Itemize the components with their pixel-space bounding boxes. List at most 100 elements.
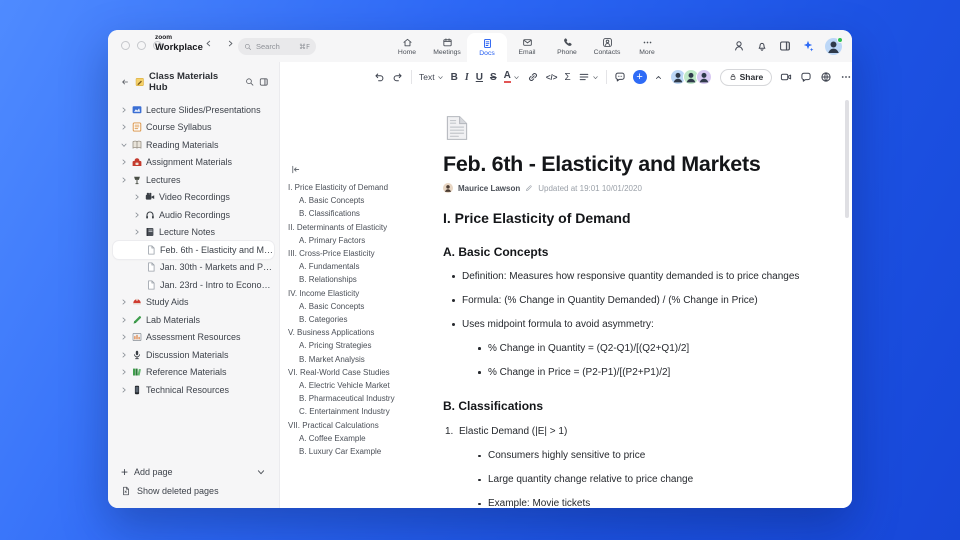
doc-bullet-item[interactable]: Large quantity change relative to price … (443, 474, 843, 487)
chevron-right-icon[interactable] (120, 106, 128, 114)
outline-item[interactable]: B. Categories (288, 313, 440, 326)
link-button[interactable] (527, 71, 539, 83)
doc-bullet-item[interactable]: Formula: (% Change in Quantity Demanded)… (443, 295, 843, 308)
tab-more[interactable]: More (627, 30, 667, 62)
outline-item[interactable]: A. Primary Factors (288, 234, 440, 247)
doc-bullet-item[interactable]: % Change in Price = (P2-P1)/[(P2+P1)/2] (443, 367, 843, 380)
text-style-dropdown[interactable]: Text (419, 72, 444, 82)
back-arrow-icon[interactable] (120, 77, 130, 87)
chevron-right-icon[interactable] (120, 333, 128, 341)
folder-item[interactable]: Course Syllabus (113, 119, 274, 137)
outline-item[interactable]: A. Basic Concepts (288, 300, 440, 313)
folder-item[interactable]: Video Recordings (113, 189, 274, 207)
global-search[interactable]: Search ⌘F (238, 38, 316, 55)
doc-heading[interactable]: I. Price Elasticity of Demand (443, 210, 843, 226)
doc-bullet-item[interactable]: Uses midpoint formula to avoid asymmetry… (443, 319, 843, 332)
tab-contacts[interactable]: Contacts (587, 30, 627, 62)
minimize-button[interactable] (137, 41, 146, 50)
outline-item[interactable]: B. Pharmaceutical Industry (288, 392, 440, 405)
doc-numbered-item[interactable]: 1. Elastic Demand (|E| > 1) (443, 426, 843, 439)
collaborator-avatars[interactable] (669, 69, 712, 85)
tab-docs[interactable]: Docs (467, 33, 507, 62)
chevron-right-icon[interactable] (120, 368, 128, 376)
tab-home[interactable]: Home (387, 30, 427, 62)
folder-item[interactable]: Reading Materials (113, 136, 274, 154)
outline-item[interactable]: B. Relationships (288, 273, 440, 286)
collaborator-avatar[interactable] (695, 69, 712, 85)
italic-button[interactable]: I (465, 72, 469, 83)
outline-item[interactable]: B. Luxury Car Example (288, 445, 440, 458)
outline-item[interactable]: A. Pricing Strategies (288, 339, 440, 352)
outline-item[interactable]: A. Electric Vehicle Market (288, 379, 440, 392)
doc-subheading[interactable]: A. Basic Concepts (443, 245, 843, 259)
outline-item[interactable]: VI. Real-World Case Studies (288, 366, 440, 379)
chevron-right-icon[interactable] (120, 351, 128, 359)
collapse-outline-icon[interactable] (290, 164, 301, 175)
chevron-right-icon[interactable] (120, 176, 128, 184)
document[interactable]: Feb. 6th - Elasticity and Markets Mauric… (443, 112, 843, 508)
scrollbar[interactable] (845, 100, 849, 218)
outline-item[interactable]: B. Classifications (288, 207, 440, 220)
insert-plus-button[interactable]: + (632, 70, 647, 84)
folder-item[interactable]: Lecture Slides/Presentations (113, 101, 274, 119)
formula-button[interactable]: Σ (564, 72, 570, 83)
outline-item[interactable]: B. Market Analysis (288, 353, 440, 366)
bold-button[interactable]: B (451, 72, 458, 83)
folder-item[interactable]: Discussion Materials (113, 346, 274, 364)
outline-item[interactable]: II. Determinants of Elasticity (288, 221, 440, 234)
outline-item[interactable]: I. Price Elasticity of Demand (288, 181, 440, 194)
folder-item[interactable]: Assignment Materials (113, 154, 274, 172)
comment-button[interactable] (614, 71, 626, 83)
add-page-button[interactable]: + Add page (108, 462, 279, 481)
chevron-down-icon[interactable] (120, 141, 128, 149)
folder-item[interactable]: Study Aids (113, 294, 274, 312)
chevron-right-icon[interactable] (120, 316, 128, 324)
page-item[interactable]: Feb. 6th - Elasticity and M… (113, 241, 274, 259)
chevron-right-icon[interactable] (133, 211, 141, 219)
doc-bullet-item[interactable]: Consumers highly sensitive to price (443, 450, 843, 463)
folder-item[interactable]: Assessment Resources (113, 329, 274, 347)
outline-item[interactable]: III. Cross-Price Elasticity (288, 247, 440, 260)
bell-icon[interactable] (756, 40, 768, 52)
chevron-right-icon[interactable] (133, 228, 141, 236)
outline-item[interactable]: A. Coffee Example (288, 432, 440, 445)
close-button[interactable] (121, 41, 130, 50)
outline-item[interactable]: A. Basic Concepts (288, 194, 440, 207)
folder-item[interactable]: Reference Materials (113, 364, 274, 382)
doc-bullet-item[interactable]: Definition: Measures how responsive quan… (443, 271, 843, 284)
sidebar-collapse-icon[interactable] (259, 77, 269, 87)
underline-button[interactable]: U (476, 72, 483, 83)
outline-item[interactable]: C. Entertainment Industry (288, 405, 440, 418)
panel-icon[interactable] (779, 40, 791, 52)
tab-email[interactable]: Email (507, 30, 547, 62)
ai-sparkle-icon[interactable] (802, 40, 814, 52)
more-options-button[interactable] (840, 71, 852, 83)
chevron-right-icon[interactable] (133, 193, 141, 201)
chevron-right-icon[interactable] (120, 386, 128, 394)
document-page-icon[interactable] (443, 112, 471, 144)
folder-item[interactable]: Technical Resources (113, 381, 274, 399)
page-item[interactable]: Jan. 23rd - Intro to Econo… (113, 276, 274, 294)
code-button[interactable]: </> (546, 73, 558, 82)
folder-item[interactable]: Audio Recordings (113, 206, 274, 224)
chevron-right-icon[interactable] (120, 298, 128, 306)
font-color-dropdown[interactable]: A (503, 71, 520, 83)
document-title[interactable]: Feb. 6th - Elasticity and Markets (443, 152, 843, 177)
outline-item[interactable]: IV. Income Elasticity (288, 287, 440, 300)
chat-button[interactable] (800, 71, 812, 83)
outline-item[interactable]: A. Fundamentals (288, 260, 440, 273)
chevron-right-icon[interactable] (120, 123, 128, 131)
globe-button[interactable] (820, 71, 832, 83)
nav-back-button[interactable] (204, 39, 213, 48)
list-dropdown[interactable] (578, 71, 599, 83)
profile-icon[interactable] (733, 40, 745, 52)
share-button[interactable]: Share (719, 68, 773, 86)
doc-subheading[interactable]: B. Classifications (443, 399, 843, 413)
tab-meetings[interactable]: Meetings (427, 30, 467, 62)
video-button[interactable] (780, 71, 792, 83)
collapse-toolbar-icon[interactable] (654, 73, 663, 82)
folder-item[interactable]: Lectures (113, 171, 274, 189)
undo-button[interactable] (373, 71, 385, 83)
nav-forward-button[interactable] (226, 39, 235, 48)
doc-bullet-item[interactable]: Example: Movie tickets (443, 498, 843, 508)
